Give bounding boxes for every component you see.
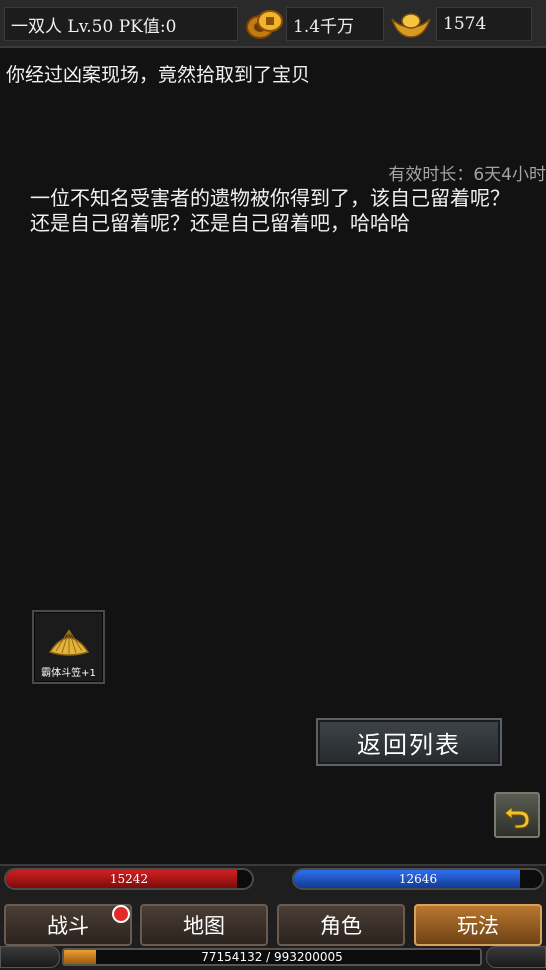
tab-character[interactable]: 角色 [277, 904, 405, 946]
hp-bar: 15242 [4, 868, 254, 890]
return-to-list-button[interactable]: 返回列表 [316, 718, 502, 766]
ingot-amount: 1574 [436, 7, 532, 41]
gold-ingot-icon [391, 13, 431, 38]
mail-title: 你经过凶案现场，竟然拾取到了宝贝 [6, 64, 311, 86]
mp-value: 12646 [398, 872, 438, 886]
hp-value: 15242 [109, 872, 149, 886]
reward-item-name: 霸体斗笠+1 [41, 668, 96, 679]
right-ornament [486, 946, 546, 968]
top-status-bar: 一双人 Lv.50 PK值:0 1.4千万 1574 [0, 0, 546, 48]
left-ornament [0, 946, 60, 968]
mp-bar: 12646 [292, 868, 544, 890]
mail-message: 一位不知名受害者的遗物被你得到了，该自己留着呢？还是自己留着呢？还是自己留着吧，… [30, 186, 510, 235]
return-arrow-icon [504, 805, 530, 829]
notification-dot [112, 905, 130, 923]
gold-coins-icon [246, 10, 283, 39]
gold-amount: 1.4千万 [286, 7, 384, 41]
bamboo-hat-icon [48, 629, 90, 656]
tab-map[interactable]: 地图 [140, 904, 268, 946]
back-button[interactable] [494, 792, 540, 838]
mail-duration: 有效时长：6天4小时 [388, 165, 546, 185]
tab-gameplay[interactable]: 玩法 [414, 904, 542, 946]
reward-item-slot[interactable]: 霸体斗笠+1 [32, 610, 105, 684]
exp-value: 77154132 / 993200005 [201, 950, 343, 964]
player-info: 一双人 Lv.50 PK值:0 [4, 7, 238, 41]
exp-bar: 77154132 / 993200005 [62, 948, 482, 966]
